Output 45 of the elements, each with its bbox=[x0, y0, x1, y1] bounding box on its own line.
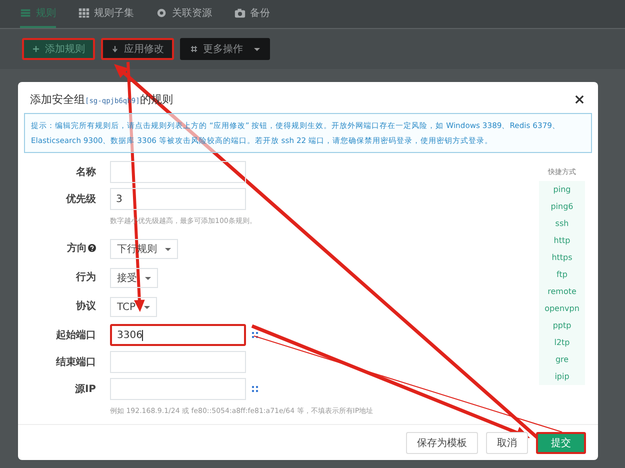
field-label: 源IP bbox=[74, 382, 96, 396]
shortcut-link[interactable]: ping6 bbox=[539, 198, 585, 215]
help-icon[interactable] bbox=[88, 244, 96, 252]
shortcut-link[interactable]: ping bbox=[539, 181, 585, 198]
shortcut-link[interactable]: gre bbox=[539, 351, 585, 368]
field-label: 协议 bbox=[76, 300, 96, 313]
input-field[interactable]: 3 bbox=[110, 188, 246, 210]
field-label: 方向 bbox=[67, 241, 87, 255]
apply-button[interactable]: 应用修改 bbox=[101, 38, 174, 60]
input-field[interactable] bbox=[110, 161, 246, 183]
input-field[interactable]: 3306 bbox=[110, 324, 246, 346]
shortcut-link[interactable]: ssh bbox=[539, 215, 585, 232]
shortcut-link[interactable]: l2tp bbox=[539, 334, 585, 351]
field-label: 优先级 bbox=[66, 192, 96, 206]
submit-button[interactable]: 提交 bbox=[536, 432, 586, 454]
field-label: 名称 bbox=[76, 166, 96, 179]
grid-icon bbox=[78, 7, 90, 19]
input-field[interactable] bbox=[110, 378, 246, 400]
camera-icon bbox=[234, 7, 246, 19]
dots-icon[interactable] bbox=[252, 332, 258, 338]
field-label: 结束端口 bbox=[56, 356, 96, 369]
more-actions-dropdown[interactable]: 更多操作 bbox=[180, 38, 270, 60]
shortcut-link[interactable]: https bbox=[539, 249, 585, 266]
tab[interactable]: 备份 bbox=[234, 0, 270, 28]
field-label: 行为 bbox=[76, 270, 96, 284]
tab[interactable]: 规则子集 bbox=[78, 0, 134, 28]
close-icon[interactable] bbox=[575, 95, 584, 104]
add-rule-button[interactable]: 添加规则 bbox=[22, 38, 95, 60]
input-field[interactable] bbox=[110, 351, 246, 373]
shortcut-link[interactable]: openvpn bbox=[539, 300, 585, 317]
footer-button[interactable]: 保存为模板 bbox=[406, 432, 478, 454]
field-label: 起始端口 bbox=[56, 328, 96, 342]
dots-icon[interactable] bbox=[252, 386, 258, 392]
shortcut-link[interactable]: http bbox=[539, 232, 585, 249]
footer-button[interactable]: 取消 bbox=[486, 432, 528, 454]
list-icon bbox=[20, 7, 32, 19]
shortcut-link[interactable]: pptp bbox=[539, 317, 585, 334]
plus-icon bbox=[32, 45, 40, 53]
shortcut-link[interactable]: ftp bbox=[539, 266, 585, 283]
grid-icon bbox=[190, 45, 198, 53]
download-icon bbox=[111, 45, 119, 53]
shortcut-link[interactable]: ipip bbox=[539, 368, 585, 385]
tab[interactable]: 关联资源 bbox=[156, 0, 212, 28]
shortcut-link[interactable]: remote bbox=[539, 283, 585, 300]
gear-icon bbox=[156, 7, 168, 19]
